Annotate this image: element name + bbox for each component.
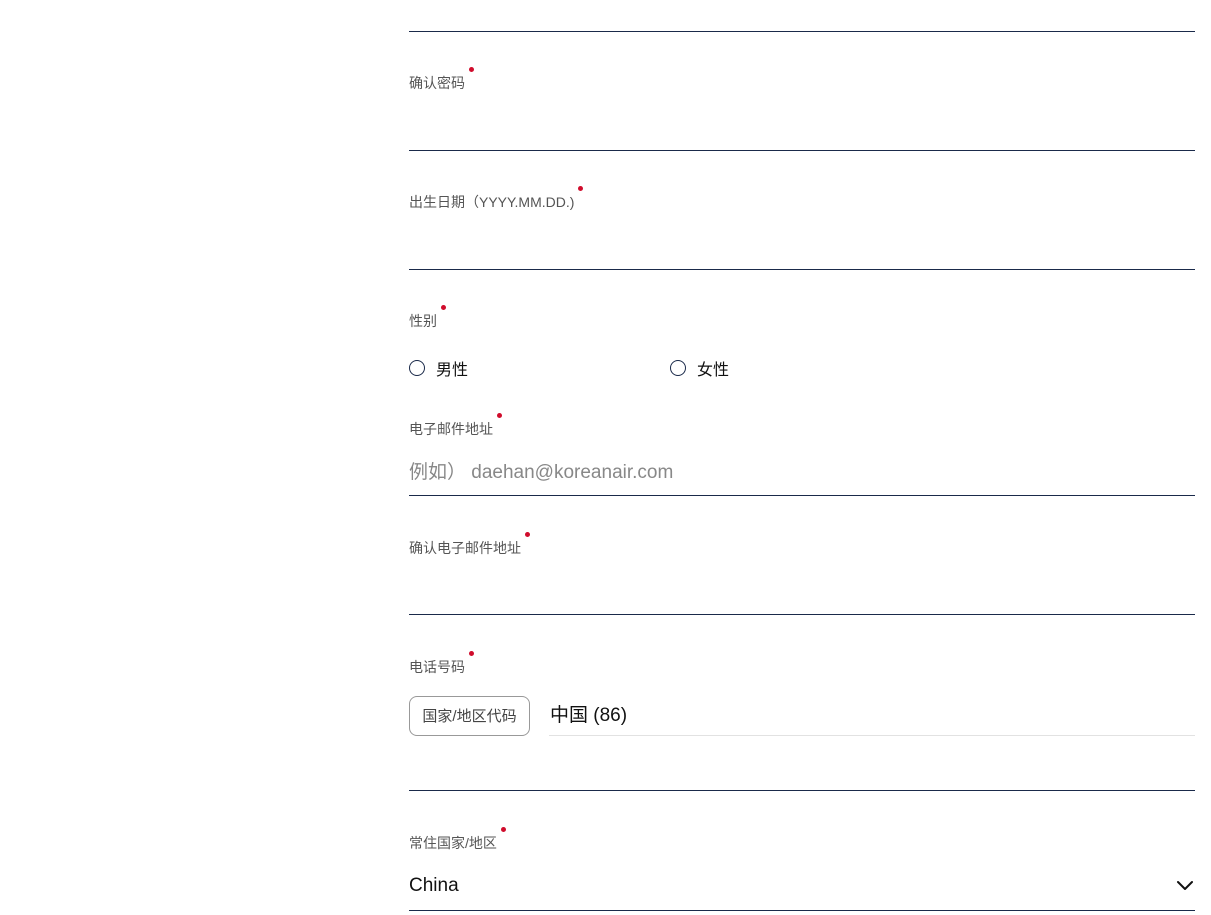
confirm-password-input[interactable] [409, 113, 1195, 145]
birth-date-label-wrap: 出生日期（YYYY.MM.DD.) [409, 186, 584, 212]
gender-radio-female[interactable]: 女性 [670, 356, 729, 380]
gender-radio-male[interactable]: 男性 [409, 356, 468, 380]
birth-date-label: 出生日期（YYYY.MM.DD.) [409, 194, 575, 210]
confirm-password-label: 确认密码 [409, 75, 465, 91]
email-label-wrap: 电子邮件地址 [409, 413, 502, 439]
gender-radio-group: 男性 女性 [409, 356, 1195, 380]
gender-label-wrap: 性别 [409, 305, 446, 331]
confirm-email-label-wrap: 确认电子邮件地址 [409, 532, 530, 558]
phone-number-input[interactable] [409, 752, 1195, 784]
confirm-email-label: 确认电子邮件地址 [409, 540, 521, 556]
phone-label: 电话号码 [409, 659, 465, 675]
birth-date-underline [409, 269, 1195, 270]
residence-underline [409, 910, 1195, 911]
residence-select-value[interactable]: China [409, 875, 459, 897]
required-indicator [525, 532, 530, 537]
confirm-email-underline [409, 614, 1195, 615]
email-input[interactable] [409, 457, 1195, 489]
gender-option-label: 男性 [436, 362, 469, 379]
residence-label-wrap: 常住国家/地区 [409, 827, 506, 853]
required-indicator [469, 67, 474, 72]
phone-underline [409, 790, 1195, 791]
gender-option-label: 女性 [697, 362, 730, 379]
confirm-password-underline [409, 150, 1195, 151]
signup-form: 确认密码 出生日期（YYYY.MM.DD.) 性别 男性 女性 电子邮件地址 确… [409, 0, 1195, 915]
gender-label: 性别 [409, 313, 437, 329]
required-indicator [578, 186, 584, 191]
required-indicator [500, 827, 506, 832]
country-code-button[interactable]: 国家/地区代码 [409, 696, 530, 736]
confirm-password-label-wrap: 确认密码 [409, 67, 474, 93]
phone-label-wrap: 电话号码 [409, 651, 474, 677]
country-code-underline [549, 735, 1195, 736]
email-label: 电子邮件地址 [409, 421, 493, 437]
chevron-down-icon[interactable] [1175, 876, 1195, 896]
country-code-value[interactable]: 中国 (86) [550, 700, 627, 727]
email-underline [409, 495, 1195, 496]
required-indicator [497, 413, 502, 418]
residence-label: 常住国家/地区 [409, 835, 497, 851]
required-indicator [441, 305, 446, 310]
previous-field-underline [409, 31, 1195, 32]
radio-circle-icon[interactable] [670, 360, 686, 376]
birth-date-input[interactable] [409, 232, 1195, 264]
required-indicator [469, 651, 474, 656]
radio-circle-icon[interactable] [409, 360, 425, 376]
confirm-email-input[interactable] [409, 578, 1195, 610]
